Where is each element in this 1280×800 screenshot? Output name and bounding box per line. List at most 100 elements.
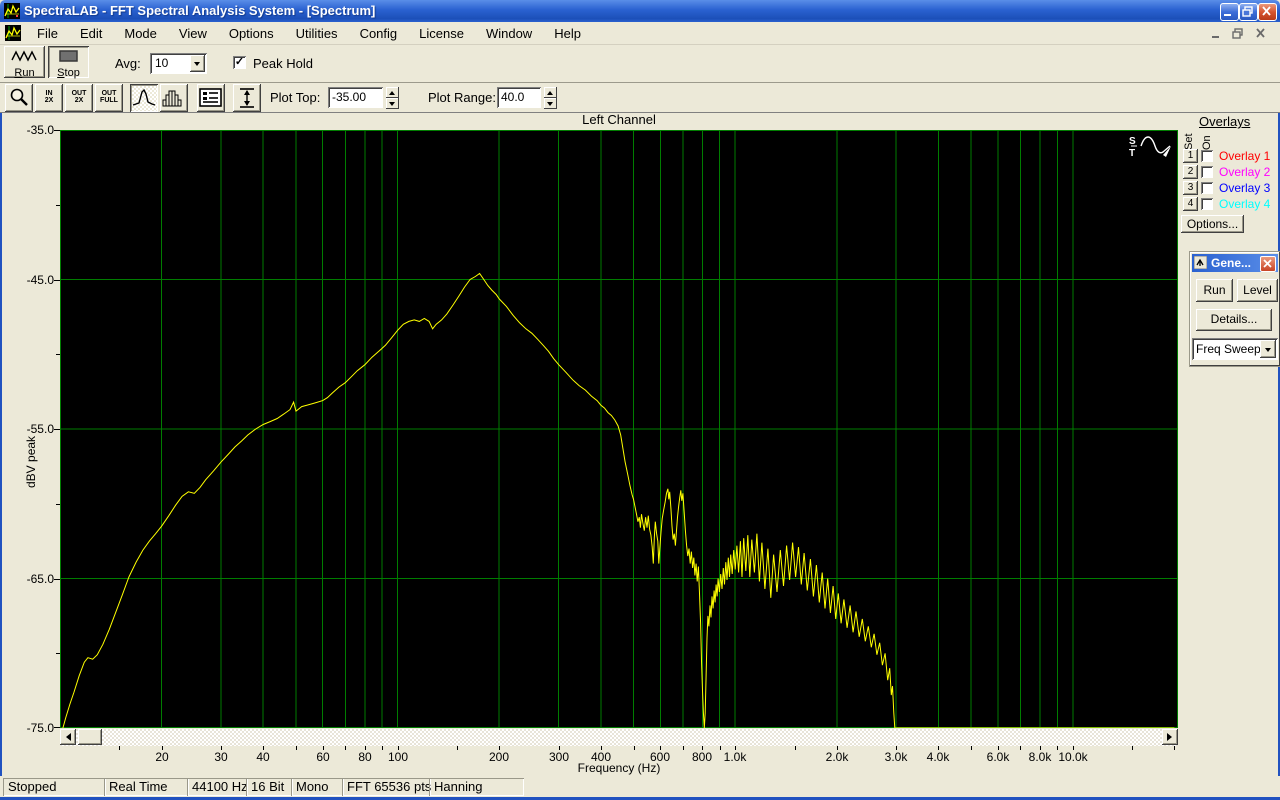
generator-mode-select[interactable]: Freq Sweep: [1192, 338, 1278, 360]
x-tick-mark: [634, 746, 635, 750]
x-tick-mark: [971, 746, 972, 750]
run-button[interactable]: Run: [4, 46, 45, 79]
overlay-label-3: Overlay 3: [1219, 181, 1271, 195]
generator-close-button[interactable]: [1260, 256, 1276, 272]
plot-top-spinner: [386, 87, 399, 109]
close-button[interactable]: [1258, 3, 1277, 21]
x-tick-mark: [457, 746, 458, 750]
peak-hold-label: Peak Hold: [253, 56, 313, 71]
mdi-minimize-button[interactable]: [1207, 25, 1228, 42]
overlay-on-checkbox-2[interactable]: [1201, 166, 1213, 178]
overlay-set-button-4[interactable]: 4: [1183, 197, 1198, 211]
overlay-on-checkbox-3[interactable]: [1201, 182, 1213, 194]
spectrum-plot: [60, 130, 1178, 728]
overlays-set-label: Set: [1183, 133, 1195, 150]
bar-spectrum-view-button[interactable]: [160, 84, 188, 112]
overlays-options-button[interactable]: Options...: [1181, 215, 1244, 233]
plot-range-input[interactable]: 40.0: [497, 87, 541, 108]
overlay-on-checkbox-4[interactable]: [1201, 198, 1213, 210]
arrow-left-icon: [62, 733, 71, 741]
generator-title: Gene...: [1211, 256, 1252, 270]
generator-title-bar[interactable]: Gene...: [1192, 254, 1278, 272]
menu-license[interactable]: License: [408, 22, 475, 44]
x-tick-label: 2.0k: [825, 750, 849, 764]
restore-button[interactable]: [1239, 3, 1258, 21]
scrollbar-thumb[interactable]: [78, 729, 102, 745]
x-tick-mark: [296, 746, 297, 750]
generator-mode-dropdown-button[interactable]: [1260, 340, 1276, 358]
plot-top-spin-up[interactable]: [386, 87, 399, 98]
mdi-close-button[interactable]: [1251, 25, 1272, 42]
stop-button[interactable]: Stop: [48, 46, 89, 79]
overlay-set-button-2[interactable]: 2: [1183, 165, 1198, 179]
zoom-in-2x-button[interactable]: IN 2X: [35, 84, 63, 112]
generator-level-label: Level: [1243, 283, 1272, 297]
menu-options[interactable]: Options: [218, 22, 285, 44]
scroll-right-button[interactable]: [1162, 729, 1178, 745]
generator-run-button[interactable]: Run: [1196, 279, 1233, 302]
window-border-left: [0, 22, 2, 800]
line-spectrum-view-button[interactable]: [130, 84, 158, 112]
menu-help[interactable]: Help: [543, 22, 592, 44]
overlay-set-button-1[interactable]: 1: [1183, 149, 1198, 163]
generator-level-button[interactable]: Level: [1237, 279, 1278, 302]
y-tick-mark: [54, 578, 60, 580]
menu-window[interactable]: Window: [475, 22, 543, 44]
vertical-scale-button[interactable]: [233, 84, 261, 112]
y-minor-tick-mark: [56, 204, 60, 206]
horizontal-scrollbar[interactable]: [60, 729, 1178, 746]
peak-hold-checkbox[interactable]: ✓: [233, 56, 246, 69]
y-tick-label: -45.0: [26, 272, 54, 287]
avg-dropdown-button[interactable]: [190, 55, 205, 72]
mdi-close-icon: [1256, 28, 1265, 38]
plot-top-input[interactable]: -35.00: [328, 87, 383, 108]
x-tick-label: 400: [590, 750, 612, 764]
x-tick-mark: [1174, 746, 1175, 750]
menu-file[interactable]: File: [26, 22, 69, 44]
y-tick-label: -65.0: [26, 571, 54, 586]
mdi-restore-button[interactable]: [1228, 25, 1249, 42]
overlay-label-2: Overlay 2: [1219, 165, 1271, 179]
menu-mode[interactable]: Mode: [113, 22, 168, 44]
y-axis-title: dBV peak: [24, 435, 38, 488]
run-button-label: Run: [14, 67, 35, 79]
arrow-up-icon: [547, 88, 553, 95]
chevron-down-icon: [1265, 348, 1271, 355]
title-bar[interactable]: SpectraLAB - FFT Spectral Analysis Syste…: [0, 0, 1280, 22]
display-options-button[interactable]: [197, 84, 225, 112]
vertical-scale-icon: [240, 88, 254, 108]
bar-chart-icon: [162, 90, 182, 107]
menu-view[interactable]: View: [168, 22, 218, 44]
x-tick-mark: [1132, 746, 1133, 750]
zoom-tool-button[interactable]: [5, 84, 33, 112]
x-tick-label: 3.0k: [884, 750, 908, 764]
plot-top-spin-down[interactable]: [386, 98, 399, 109]
y-minor-tick-mark: [56, 653, 60, 655]
zoom-in-2x-label-top: IN: [45, 90, 53, 97]
plot-range-label: Plot Range:: [428, 90, 496, 105]
plot-range-spin-up[interactable]: [544, 87, 557, 98]
zoom-out-full-button[interactable]: OUT FULL: [95, 84, 123, 112]
zoom-out-2x-label-top: OUT: [71, 90, 87, 97]
avg-combobox[interactable]: 10: [150, 53, 207, 74]
menu-utilities[interactable]: Utilities: [285, 22, 349, 44]
plot-top-label: Plot Top:: [270, 90, 321, 105]
scroll-left-button[interactable]: [60, 729, 76, 745]
menu-config[interactable]: Config: [349, 22, 409, 44]
minimize-button[interactable]: [1220, 3, 1239, 21]
overlay-on-checkbox-1[interactable]: [1201, 150, 1213, 162]
overlay-set-button-3[interactable]: 3: [1183, 181, 1198, 195]
window-title: SpectraLAB - FFT Spectral Analysis Syste…: [24, 3, 376, 18]
overlays-options-label: Options...: [1186, 217, 1239, 231]
generator-details-button[interactable]: Details...: [1196, 309, 1272, 331]
run-waveform-icon: [11, 50, 37, 62]
plot-range-spin-down[interactable]: [544, 98, 557, 109]
menu-edit[interactable]: Edit: [69, 22, 113, 44]
svg-text:T: T: [1129, 148, 1135, 159]
x-tick-label: 10.0k: [1058, 750, 1088, 764]
overlays-on-label: On: [1201, 135, 1213, 150]
zoom-out-2x-button[interactable]: OUT 2X: [65, 84, 93, 112]
overlay-label-4: Overlay 4: [1219, 197, 1271, 211]
options-window-icon: [199, 88, 222, 107]
plot-toolbar: IN 2X OUT 2X OUT FULL Plot Top: -35.00 P…: [0, 83, 1280, 113]
